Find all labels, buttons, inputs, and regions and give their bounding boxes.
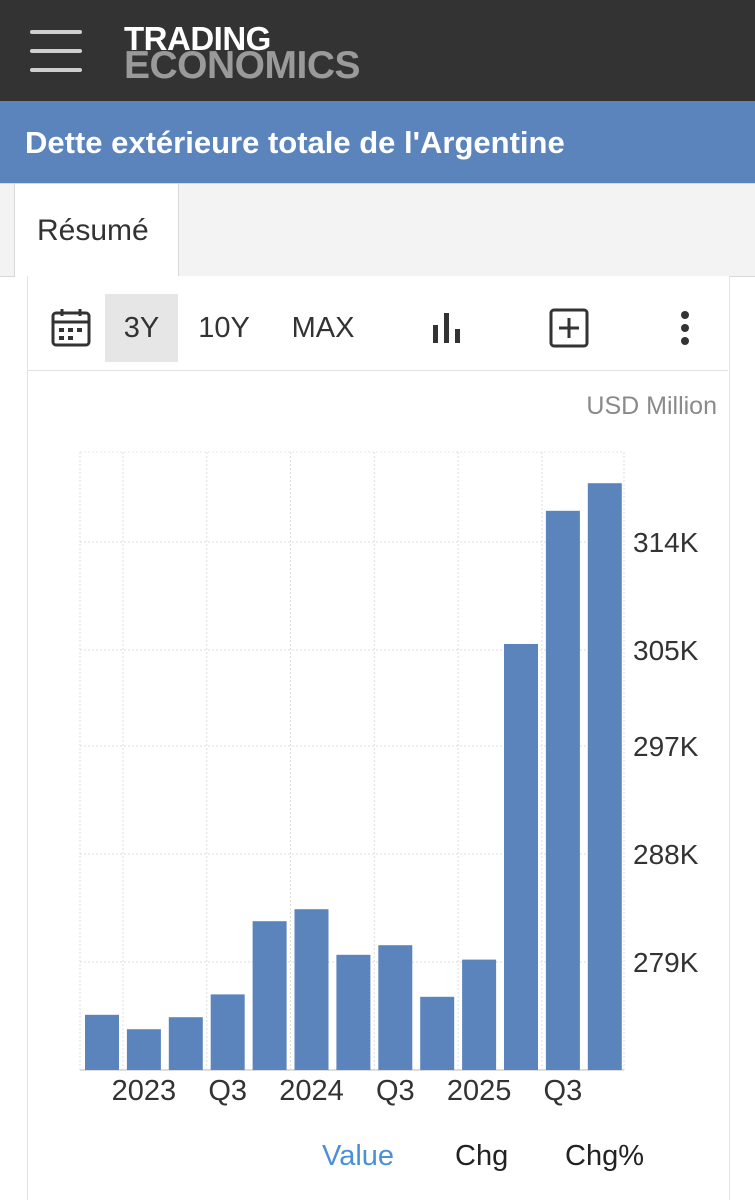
- bar-chart-type-icon[interactable]: [424, 294, 470, 362]
- tab-resume-label: Résumé: [37, 214, 149, 247]
- legend-chg-pct[interactable]: Chg%: [565, 1140, 644, 1173]
- range-3y-button[interactable]: 3Y: [105, 294, 178, 362]
- tab-resume[interactable]: Résumé: [14, 183, 179, 277]
- range-10y-button[interactable]: 10Y: [187, 294, 261, 362]
- chart-toolbar: 3Y 10Y MAX: [27, 286, 728, 371]
- page-title-bar: Dette extérieure totale de l'Argentine: [0, 101, 755, 183]
- top-navigation-bar: TRADING ECONOMICS: [0, 0, 755, 101]
- unit-label: USD Million: [586, 392, 717, 420]
- legend-chg[interactable]: Chg: [455, 1140, 508, 1173]
- trading-economics-logo[interactable]: TRADING ECONOMICS: [124, 22, 361, 87]
- more-options-icon[interactable]: [667, 294, 703, 362]
- range-max-button[interactable]: MAX: [281, 294, 365, 362]
- logo-line-2: ECONOMICS: [124, 44, 361, 87]
- compare-add-icon[interactable]: [546, 294, 592, 362]
- hamburger-menu-icon[interactable]: [30, 30, 82, 72]
- tab-bar: Résumé: [0, 183, 755, 277]
- calendar-icon[interactable]: [45, 294, 97, 362]
- page-title: Dette extérieure totale de l'Argentine: [25, 125, 565, 160]
- legend-value[interactable]: Value: [322, 1140, 394, 1173]
